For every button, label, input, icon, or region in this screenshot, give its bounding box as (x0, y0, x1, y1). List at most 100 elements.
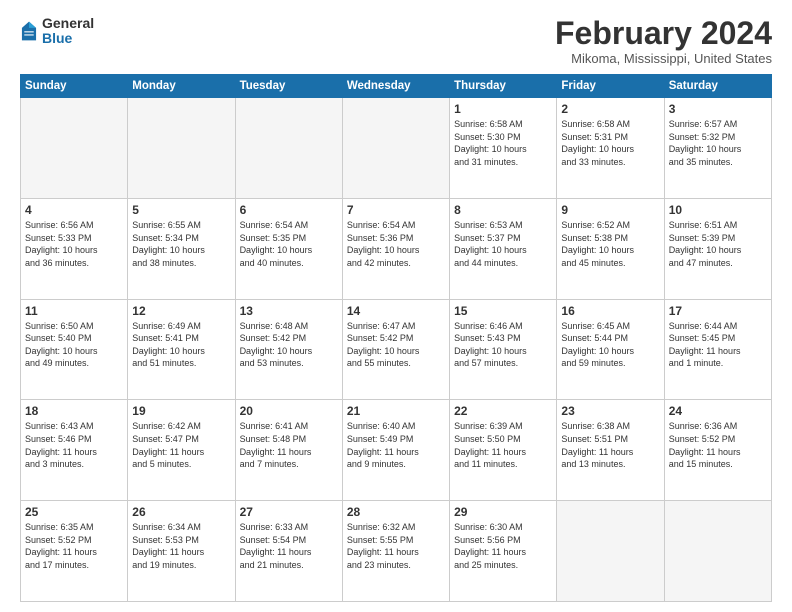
calendar-cell: 14 Sunrise: 6:47 AM Sunset: 5:42 PM Dayli… (342, 299, 449, 400)
calendar-week-4: 18Sunrise: 6:43 AM Sunset: 5:46 PM Dayli… (21, 400, 772, 501)
calendar-cell (235, 98, 342, 199)
day-info: Sunrise: 6:40 AM Sunset: 5:49 PM Dayligh… (347, 420, 445, 470)
day-number: 7 (347, 203, 445, 217)
calendar-cell: 15Sunrise: 6:46 AM Sunset: 5:43 PM Dayli… (450, 299, 557, 400)
day-info: Sunrise: 6:52 AM Sunset: 5:38 PM Dayligh… (561, 219, 659, 269)
col-header-tuesday: Tuesday (235, 75, 342, 98)
calendar-week-3: 11 Sunrise: 6:50 AM Sunset: 5:40 PM Dayli… (21, 299, 772, 400)
day-info: Sunrise: 6:51 AM Sunset: 5:39 PM Dayligh… (669, 219, 767, 269)
day-info: Sunrise: 6:56 AM Sunset: 5:33 PM Dayligh… (25, 219, 123, 269)
month-title: February 2024 (555, 16, 772, 51)
day-number: 4 (25, 203, 123, 217)
calendar-cell (342, 98, 449, 199)
day-info: Sunrise: 6:35 AM Sunset: 5:52 PM Dayligh… (25, 521, 123, 571)
calendar-cell: 29 Sunrise: 6:30 AM Sunset: 5:56 PM Dayli… (450, 501, 557, 602)
calendar-cell: 26 Sunrise: 6:34 AM Sunset: 5:53 PM Dayli… (128, 501, 235, 602)
calendar-cell: 7 Sunrise: 6:54 AM Sunset: 5:36 PM Daylig… (342, 198, 449, 299)
page: General Blue February 2024 Mikoma, Missi… (0, 0, 792, 612)
day-number: 27 (240, 505, 338, 519)
calendar-cell: 17 Sunrise: 6:44 AM Sunset: 5:45 PM Dayli… (664, 299, 771, 400)
day-number: 19 (132, 404, 230, 418)
calendar-cell: 19 Sunrise: 6:42 AM Sunset: 5:47 PM Dayli… (128, 400, 235, 501)
day-info: Sunrise: 6:44 AM Sunset: 5:45 PM Dayligh… (669, 320, 767, 370)
calendar-week-5: 25Sunrise: 6:35 AM Sunset: 5:52 PM Dayli… (21, 501, 772, 602)
day-number: 29 (454, 505, 552, 519)
day-info: Sunrise: 6:54 AM Sunset: 5:36 PM Dayligh… (347, 219, 445, 269)
col-header-sunday: Sunday (21, 75, 128, 98)
calendar-cell: 1 Sunrise: 6:58 AM Sunset: 5:30 PM Daylig… (450, 98, 557, 199)
logo-general-text: General (42, 16, 94, 31)
day-info: Sunrise: 6:32 AM Sunset: 5:55 PM Dayligh… (347, 521, 445, 571)
day-info: Sunrise: 6:38 AM Sunset: 5:51 PM Dayligh… (561, 420, 659, 470)
day-number: 12 (132, 304, 230, 318)
calendar-cell: 4 Sunrise: 6:56 AM Sunset: 5:33 PM Daylig… (21, 198, 128, 299)
day-info: Sunrise: 6:53 AM Sunset: 5:37 PM Dayligh… (454, 219, 552, 269)
calendar-cell (21, 98, 128, 199)
calendar-cell (664, 501, 771, 602)
calendar-cell: 23 Sunrise: 6:38 AM Sunset: 5:51 PM Dayli… (557, 400, 664, 501)
day-number: 3 (669, 102, 767, 116)
calendar-cell: 24 Sunrise: 6:36 AM Sunset: 5:52 PM Dayli… (664, 400, 771, 501)
day-info: Sunrise: 6:54 AM Sunset: 5:35 PM Dayligh… (240, 219, 338, 269)
day-number: 20 (240, 404, 338, 418)
calendar-cell: 3 Sunrise: 6:57 AM Sunset: 5:32 PM Daylig… (664, 98, 771, 199)
day-number: 10 (669, 203, 767, 217)
day-number: 24 (669, 404, 767, 418)
day-info: Sunrise: 6:49 AM Sunset: 5:41 PM Dayligh… (132, 320, 230, 370)
calendar-cell: 8 Sunrise: 6:53 AM Sunset: 5:37 PM Daylig… (450, 198, 557, 299)
col-header-saturday: Saturday (664, 75, 771, 98)
day-number: 11 (25, 304, 123, 318)
calendar-week-2: 4 Sunrise: 6:56 AM Sunset: 5:33 PM Daylig… (21, 198, 772, 299)
day-info: Sunrise: 6:42 AM Sunset: 5:47 PM Dayligh… (132, 420, 230, 470)
day-info: Sunrise: 6:57 AM Sunset: 5:32 PM Dayligh… (669, 118, 767, 168)
calendar-cell: 10 Sunrise: 6:51 AM Sunset: 5:39 PM Dayli… (664, 198, 771, 299)
day-info: Sunrise: 6:36 AM Sunset: 5:52 PM Dayligh… (669, 420, 767, 470)
day-info: Sunrise: 6:41 AM Sunset: 5:48 PM Dayligh… (240, 420, 338, 470)
day-info: Sunrise: 6:43 AM Sunset: 5:46 PM Dayligh… (25, 420, 123, 470)
day-number: 8 (454, 203, 552, 217)
calendar-cell (128, 98, 235, 199)
day-number: 26 (132, 505, 230, 519)
calendar-cell: 27 Sunrise: 6:33 AM Sunset: 5:54 PM Dayli… (235, 501, 342, 602)
calendar-cell: 11 Sunrise: 6:50 AM Sunset: 5:40 PM Dayli… (21, 299, 128, 400)
day-number: 28 (347, 505, 445, 519)
calendar-cell: 5 Sunrise: 6:55 AM Sunset: 5:34 PM Daylig… (128, 198, 235, 299)
calendar-cell: 9Sunrise: 6:52 AM Sunset: 5:38 PM Daylig… (557, 198, 664, 299)
day-number: 1 (454, 102, 552, 116)
header: General Blue February 2024 Mikoma, Missi… (20, 16, 772, 66)
day-number: 6 (240, 203, 338, 217)
logo: General Blue (20, 16, 94, 47)
day-number: 5 (132, 203, 230, 217)
title-block: February 2024 Mikoma, Mississippi, Unite… (555, 16, 772, 66)
calendar-cell: 18Sunrise: 6:43 AM Sunset: 5:46 PM Dayli… (21, 400, 128, 501)
calendar-cell: 22Sunrise: 6:39 AM Sunset: 5:50 PM Dayli… (450, 400, 557, 501)
day-info: Sunrise: 6:47 AM Sunset: 5:42 PM Dayligh… (347, 320, 445, 370)
location-text: Mikoma, Mississippi, United States (555, 51, 772, 66)
logo-icon (20, 20, 38, 42)
day-number: 22 (454, 404, 552, 418)
day-number: 2 (561, 102, 659, 116)
day-number: 17 (669, 304, 767, 318)
day-info: Sunrise: 6:45 AM Sunset: 5:44 PM Dayligh… (561, 320, 659, 370)
day-info: Sunrise: 6:34 AM Sunset: 5:53 PM Dayligh… (132, 521, 230, 571)
day-info: Sunrise: 6:58 AM Sunset: 5:30 PM Dayligh… (454, 118, 552, 168)
calendar-cell: 2 Sunrise: 6:58 AM Sunset: 5:31 PM Daylig… (557, 98, 664, 199)
day-info: Sunrise: 6:30 AM Sunset: 5:56 PM Dayligh… (454, 521, 552, 571)
logo-blue-text: Blue (42, 31, 94, 46)
day-info: Sunrise: 6:58 AM Sunset: 5:31 PM Dayligh… (561, 118, 659, 168)
day-info: Sunrise: 6:50 AM Sunset: 5:40 PM Dayligh… (25, 320, 123, 370)
day-number: 15 (454, 304, 552, 318)
day-number: 21 (347, 404, 445, 418)
calendar-cell: 12 Sunrise: 6:49 AM Sunset: 5:41 PM Dayli… (128, 299, 235, 400)
calendar-cell: 20 Sunrise: 6:41 AM Sunset: 5:48 PM Dayli… (235, 400, 342, 501)
day-number: 14 (347, 304, 445, 318)
calendar-cell (557, 501, 664, 602)
day-info: Sunrise: 6:55 AM Sunset: 5:34 PM Dayligh… (132, 219, 230, 269)
calendar-cell: 21 Sunrise: 6:40 AM Sunset: 5:49 PM Dayli… (342, 400, 449, 501)
col-header-thursday: Thursday (450, 75, 557, 98)
day-number: 23 (561, 404, 659, 418)
day-info: Sunrise: 6:48 AM Sunset: 5:42 PM Dayligh… (240, 320, 338, 370)
calendar-cell: 25Sunrise: 6:35 AM Sunset: 5:52 PM Dayli… (21, 501, 128, 602)
day-info: Sunrise: 6:33 AM Sunset: 5:54 PM Dayligh… (240, 521, 338, 571)
calendar-cell: 28 Sunrise: 6:32 AM Sunset: 5:55 PM Dayli… (342, 501, 449, 602)
